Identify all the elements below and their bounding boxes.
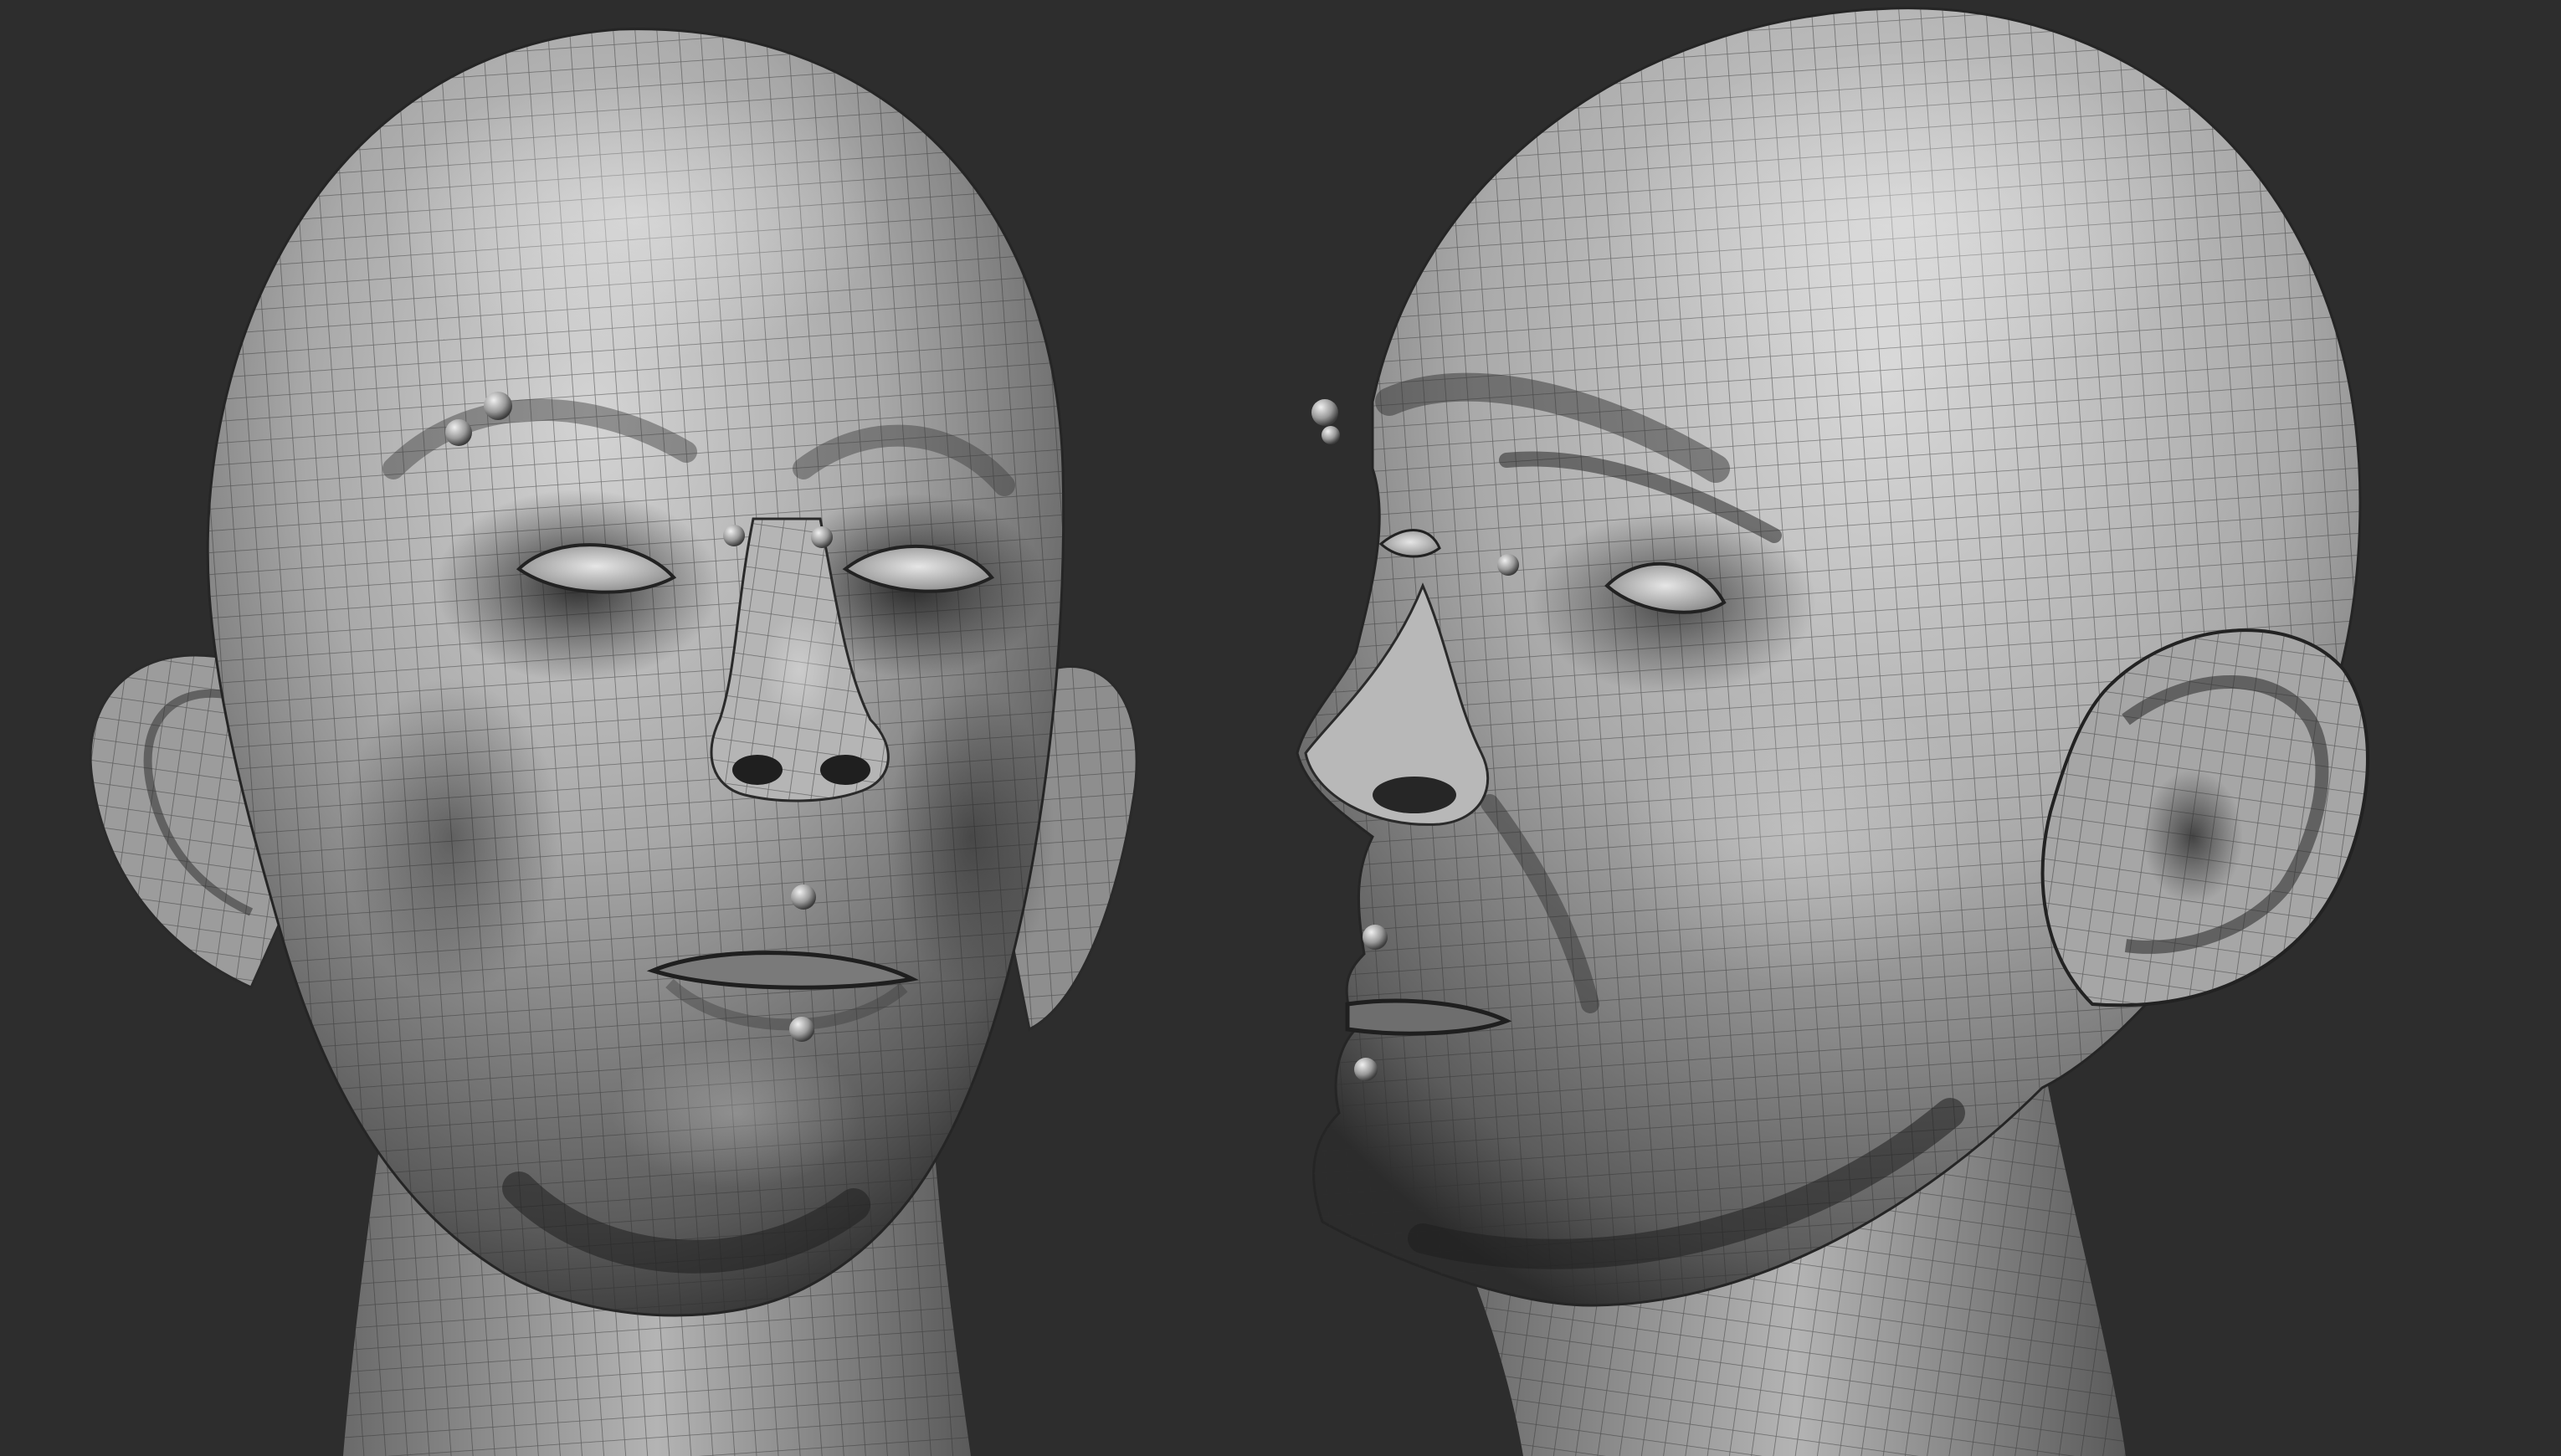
marker-sphere [1311,399,1338,426]
marker-sphere [791,884,816,910]
marker-sphere [1497,554,1519,576]
marker-sphere [445,419,472,446]
marker-sphere [811,526,833,548]
marker-sphere [1363,925,1388,950]
marker-sphere [723,525,745,546]
marker-sphere [1354,1058,1378,1081]
marker-sphere [789,1017,814,1042]
marker-sphere [484,392,512,420]
sculpt-render-canvas [89,7,2369,1456]
marker-sphere [1322,426,1340,444]
profile-view-head [1296,7,2369,1456]
front-view-head [89,28,1138,1456]
